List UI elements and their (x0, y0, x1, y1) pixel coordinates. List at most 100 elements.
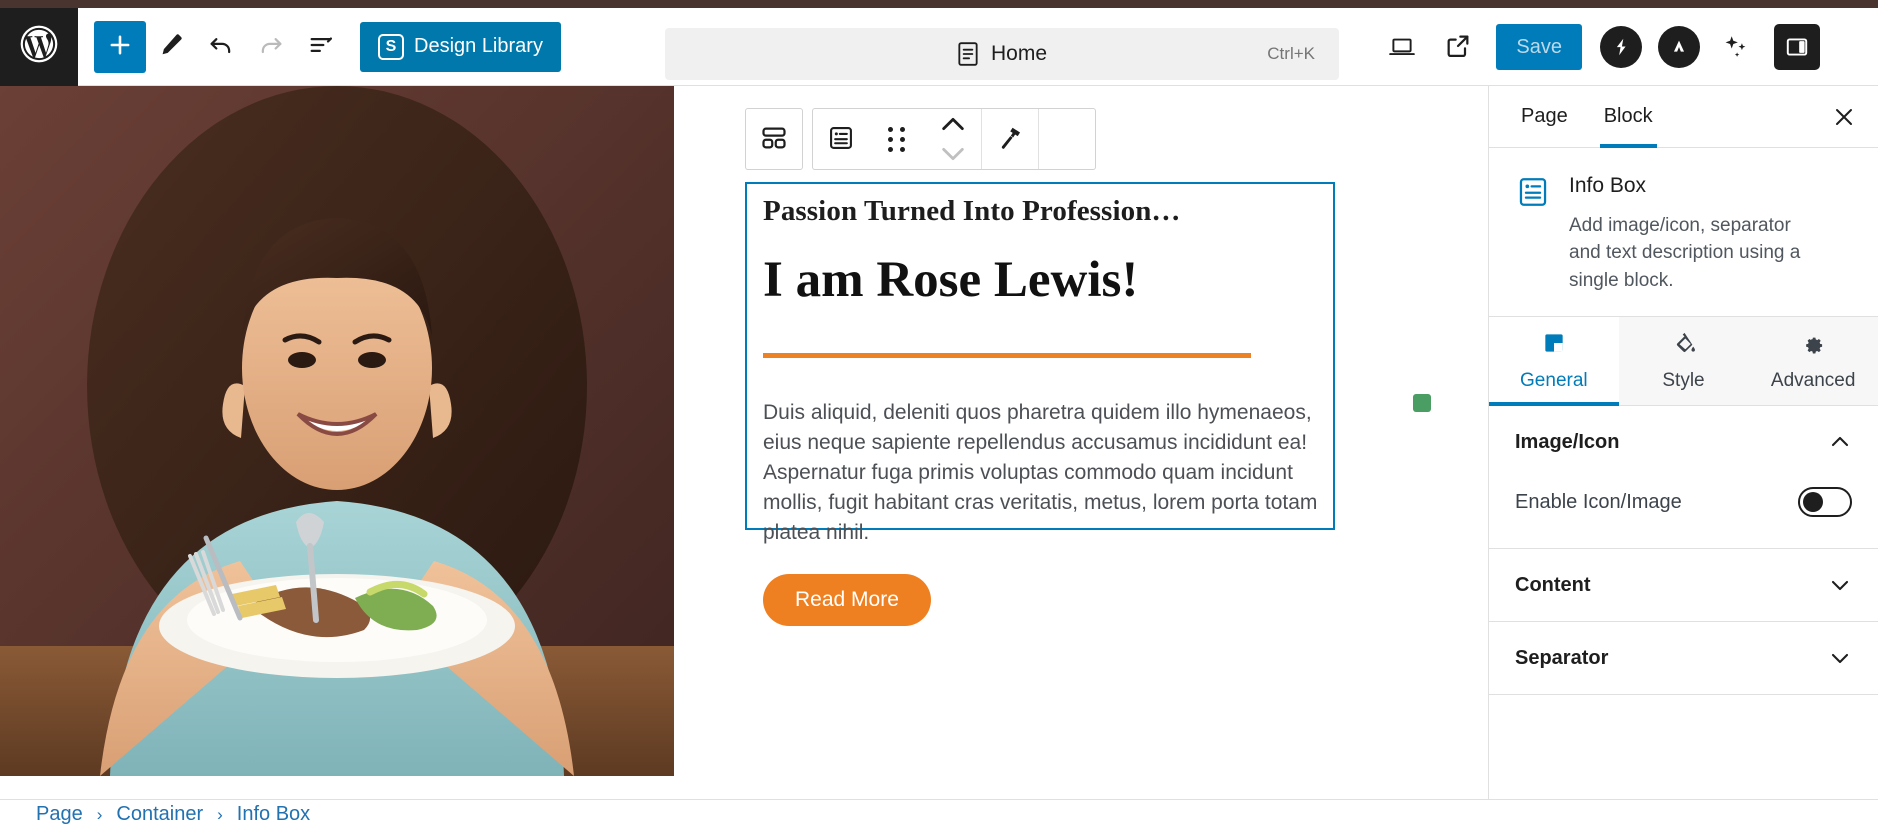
tab-page[interactable]: Page (1503, 86, 1586, 148)
redo-icon (257, 31, 285, 62)
breadcrumb-item-page[interactable]: Page (36, 803, 83, 826)
block-status-indicator (1413, 394, 1431, 412)
wordpress-logo-button[interactable] (0, 7, 78, 86)
ai-sparkle-icon[interactable] (1710, 21, 1762, 73)
tab-advanced-label: Advanced (1770, 370, 1856, 392)
panel-image-icon: Image/Icon Enable Icon/Image (1489, 406, 1878, 550)
gear-icon (1800, 330, 1826, 362)
external-link-icon (1444, 32, 1472, 63)
editor-canvas: Passion Turned Into Profession… I am Ros… (0, 86, 1489, 799)
drag-handle-button[interactable] (869, 109, 925, 169)
toggle-knob (1803, 492, 1823, 513)
panel-image-icon-title: Image/Icon (1515, 430, 1620, 453)
block-toolbar (745, 108, 1096, 170)
panel-next-partial (1489, 695, 1878, 723)
info-box-separator (763, 353, 1251, 359)
enable-icon-image-label: Enable Icon/Image (1515, 490, 1682, 513)
preview-button[interactable] (1376, 21, 1428, 73)
panel-image-icon-body: Enable Icon/Image (1515, 478, 1852, 548)
toolbar-left-group: S Design Library (78, 20, 561, 73)
design-library-button[interactable]: S Design Library (360, 21, 561, 72)
move-arrows-icon (939, 110, 967, 168)
content-column: Passion Turned Into Profession… I am Ros… (745, 86, 1450, 799)
hero-image[interactable] (0, 86, 674, 776)
block-info-text: Info Box Add image/icon, separator and t… (1569, 174, 1814, 294)
panel-separator-header[interactable]: Separator (1515, 622, 1852, 694)
chevron-down-icon (1828, 646, 1852, 670)
block-actions-group (812, 108, 1096, 170)
block-options-button[interactable] (1039, 109, 1095, 169)
block-type-button[interactable] (813, 109, 869, 169)
panel-next-partial-header[interactable] (1515, 695, 1852, 723)
tab-block[interactable]: Block (1586, 86, 1671, 148)
panel-content: Content (1489, 549, 1878, 623)
save-button[interactable]: Save (1496, 24, 1582, 70)
add-block-button[interactable] (94, 20, 146, 73)
redo-button[interactable] (246, 22, 296, 72)
command-bar[interactable]: Home Ctrl+K (665, 28, 1339, 80)
hammer-icon (996, 124, 1024, 155)
breadcrumb: Page › Container › Info Box (0, 799, 1878, 829)
command-bar-shortcut: Ctrl+K (1267, 44, 1315, 63)
document-overview-button[interactable] (296, 22, 346, 72)
container-icon (760, 124, 788, 155)
info-box-block[interactable]: Passion Turned Into Profession… I am Ros… (745, 182, 1335, 626)
panel-image-icon-header[interactable]: Image/Icon (1515, 406, 1852, 478)
panel-content-header[interactable]: Content (1515, 549, 1852, 621)
toolbar-right-group: Save (1376, 8, 1870, 86)
chevron-down-icon (1828, 573, 1852, 597)
breadcrumb-item-info-box[interactable]: Info Box (237, 803, 310, 826)
wordpress-logo-icon (17, 22, 61, 71)
sidebar-tab-bar: Page Block (1489, 86, 1878, 148)
info-box-paragraph[interactable]: Duis aliquid, deleniti quos pharetra qui… (763, 398, 1348, 547)
tab-style-label: Style (1662, 370, 1705, 392)
tab-style[interactable]: Style (1619, 317, 1749, 405)
edit-tool-button[interactable] (146, 22, 196, 72)
enable-icon-image-toggle[interactable] (1798, 487, 1852, 518)
info-box-icon (827, 124, 855, 155)
spectra-icon[interactable] (1600, 26, 1642, 68)
design-library-label: Design Library (414, 35, 543, 57)
drag-grip-icon (888, 126, 906, 152)
close-sidebar-button[interactable] (1824, 98, 1864, 138)
astra-icon[interactable] (1658, 26, 1700, 68)
admin-bar-sliver (0, 0, 1878, 8)
select-parent-container-button[interactable] (746, 109, 802, 169)
view-site-button[interactable] (1432, 21, 1484, 73)
command-bar-title: Home (990, 42, 1048, 65)
editor-top-toolbar: S Design Library Home Ctrl+K Save (0, 7, 1878, 86)
info-box-eyebrow[interactable]: Passion Turned Into Profession… (763, 184, 1317, 229)
more-options-button[interactable] (1832, 21, 1870, 73)
block-description: Add image/icon, separator and text descr… (1569, 215, 1801, 291)
move-block-buttons[interactable] (925, 109, 981, 169)
plus-icon (106, 31, 134, 62)
breadcrumb-separator: › (96, 804, 103, 824)
close-icon (1832, 105, 1856, 132)
paste-styles-button[interactable] (982, 109, 1038, 169)
block-name: Info Box (1569, 174, 1647, 197)
editor-app: S Design Library Home Ctrl+K Save Passio… (0, 0, 1878, 829)
design-library-badge: S (378, 33, 404, 60)
chevron-up-icon (1828, 430, 1852, 454)
panel-separator-title: Separator (1515, 646, 1609, 669)
tab-general[interactable]: General (1489, 317, 1619, 407)
info-box-icon (1515, 174, 1551, 210)
settings-sidebar: Page Block Info Box Add image/icon, sepa… (1488, 86, 1878, 799)
settings-tab-row: General Style Advanced (1489, 316, 1878, 407)
laptop-icon (1388, 32, 1416, 63)
undo-button[interactable] (196, 22, 246, 72)
undo-icon (207, 31, 235, 62)
panel-content-title: Content (1515, 573, 1591, 596)
list-view-icon (307, 31, 335, 62)
settings-sidebar-toggle[interactable] (1774, 24, 1820, 70)
tab-general-label: General (1520, 370, 1588, 392)
tab-advanced[interactable]: Advanced (1748, 317, 1878, 405)
block-info-card: Info Box Add image/icon, separator and t… (1489, 148, 1878, 316)
breadcrumb-item-container[interactable]: Container (116, 803, 203, 826)
command-bar-center: Home (957, 41, 1047, 67)
paint-bucket-icon (1671, 330, 1697, 362)
read-more-button[interactable]: Read More (763, 573, 931, 626)
info-box-headline[interactable]: I am Rose Lewis! (763, 251, 1317, 310)
row-enable-icon-image: Enable Icon/Image (1515, 478, 1852, 526)
parent-block-group (745, 108, 803, 170)
